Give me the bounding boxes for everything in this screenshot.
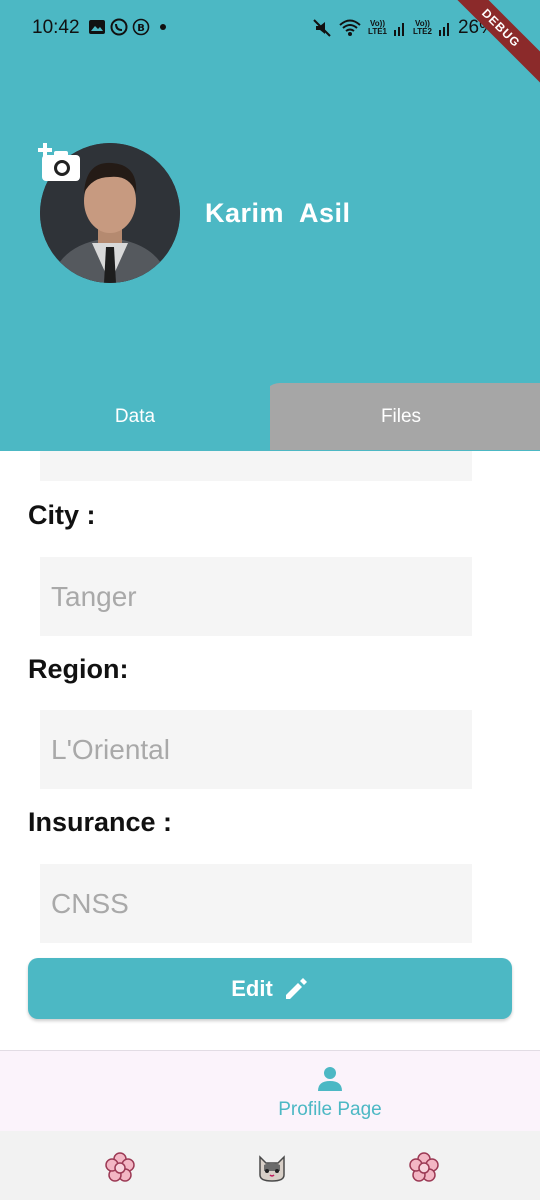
tab-data[interactable]: Data <box>0 384 270 450</box>
insurance-field[interactable]: CNSS <box>40 864 472 943</box>
region-field[interactable]: L'Oriental <box>40 710 472 789</box>
nav-item-profile-page[interactable]: Profile Page <box>270 1051 390 1132</box>
city-value: Tanger <box>51 581 137 612</box>
dot-icon <box>160 24 166 30</box>
city-field[interactable]: Tanger <box>40 557 472 636</box>
svg-text:B: B <box>137 23 145 34</box>
wifi-icon <box>339 19 361 36</box>
insurance-value: CNSS <box>51 888 129 919</box>
sim2-label: Vo)) LTE2 <box>413 19 432 36</box>
whatsapp-icon <box>110 18 128 36</box>
system-navigation-bar <box>0 1131 540 1200</box>
flower-icon[interactable] <box>408 1151 440 1183</box>
signal-icon <box>438 23 449 36</box>
notification-icons: B <box>88 18 172 36</box>
cat-icon[interactable] <box>256 1151 288 1183</box>
partial-field-box <box>40 451 472 481</box>
status-right-icons: Vo)) LTE1 Vo)) LTE2 26% <box>312 17 496 39</box>
status-time: 10:42 <box>32 17 80 38</box>
sim1-label: Vo)) LTE1 <box>368 19 387 36</box>
edit-button[interactable]: Edit <box>28 958 512 1019</box>
region-value: L'Oriental <box>51 734 170 765</box>
insurance-label: Insurance : <box>28 807 173 837</box>
tab-files[interactable]: Files <box>262 383 540 450</box>
city-label: City : <box>28 500 96 530</box>
region-label: Region: <box>28 654 129 684</box>
signal-icon <box>394 23 404 36</box>
flower-icon[interactable] <box>104 1151 136 1183</box>
nav-label-profile-page: Profile Page <box>278 1099 382 1120</box>
bottom-navigation: Profile Page <box>0 1050 540 1131</box>
profile-name: Karim Asil <box>205 198 351 228</box>
edit-button-label: Edit <box>231 975 273 1001</box>
person-icon <box>318 1067 342 1091</box>
pencil-icon <box>285 977 307 999</box>
mute-icon <box>313 19 331 37</box>
status-bar: 10:42 B Vo)) LTE1 Vo)) LTE2 26% <box>0 0 540 58</box>
b-badge-icon: B <box>132 18 150 36</box>
gallery-icon <box>89 20 105 34</box>
add-photo-icon[interactable] <box>38 143 82 183</box>
